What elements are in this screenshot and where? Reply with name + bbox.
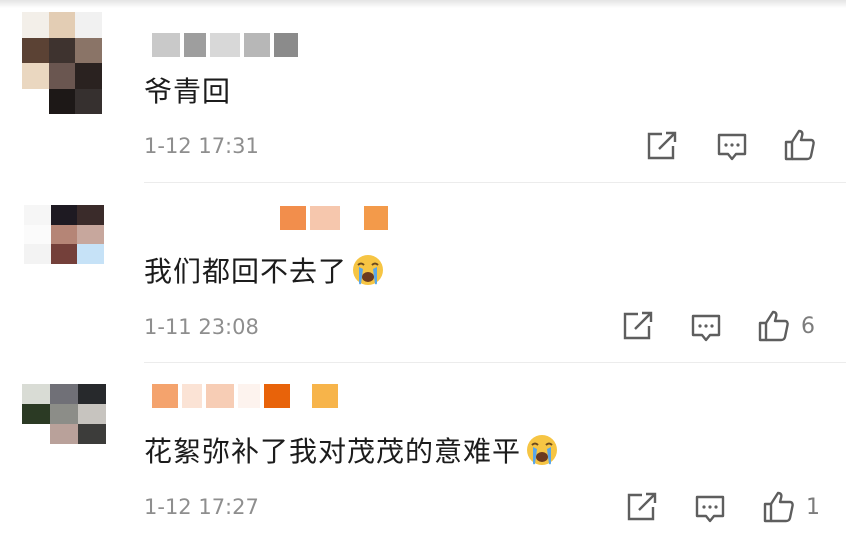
like-icon (763, 491, 794, 523)
reply-button[interactable] (690, 313, 722, 343)
user-avatar[interactable] (24, 205, 104, 283)
top-edge (0, 0, 846, 8)
comment-text: 爷青回 (144, 70, 231, 110)
like-icon (758, 310, 789, 342)
like-button[interactable]: 6 (757, 309, 815, 343)
username-blurred[interactable] (280, 206, 388, 230)
like-button[interactable]: 1 (762, 490, 820, 524)
share-icon (627, 492, 657, 521)
share-button[interactable] (622, 311, 654, 341)
comment-timestamp: 1-12 17:31 (144, 134, 259, 158)
comment-icon (695, 495, 725, 523)
comment-text: 我们都回不去了 (144, 250, 385, 290)
reply-button[interactable] (694, 494, 726, 524)
reply-button[interactable] (716, 132, 748, 162)
like-icon (784, 129, 815, 161)
comment-divider (144, 182, 846, 183)
comment-text: 花絮弥补了我对茂茂的意难平 (144, 430, 559, 470)
like-button[interactable] (783, 128, 827, 162)
user-avatar[interactable] (22, 12, 102, 114)
crying-face-icon (351, 253, 385, 287)
comment-divider (144, 362, 846, 363)
comment-icon (691, 314, 721, 342)
username-blurred[interactable] (152, 384, 338, 408)
share-icon (647, 131, 677, 160)
comment-text-content: 花絮弥补了我对茂茂的意难平 (144, 435, 522, 468)
comment-timestamp: 1-12 17:27 (144, 495, 259, 519)
comment-icon (717, 133, 747, 161)
share-button[interactable] (626, 492, 658, 522)
crying-face-icon (525, 433, 559, 467)
comment-timestamp: 1-11 23:08 (144, 315, 259, 339)
username-blurred[interactable] (152, 33, 298, 57)
like-count: 6 (801, 313, 815, 339)
comment-text-content: 我们都回不去了 (144, 255, 348, 288)
share-button[interactable] (646, 131, 678, 161)
user-avatar[interactable] (22, 384, 106, 464)
share-icon (623, 311, 653, 340)
like-count: 1 (806, 494, 820, 520)
comment-text-content: 爷青回 (144, 75, 232, 108)
